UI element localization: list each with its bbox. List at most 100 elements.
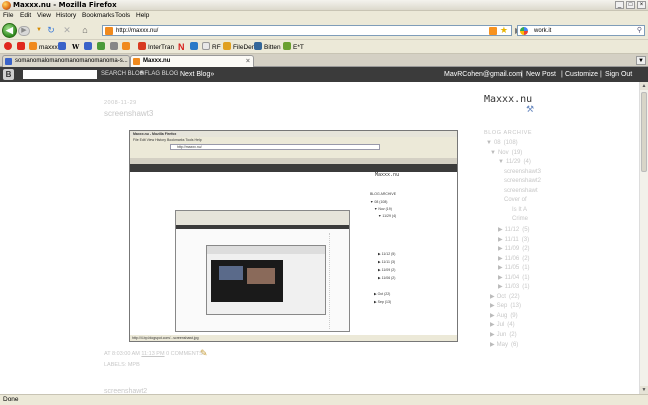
- archive-item[interactable]: ▶ 11/03 (1): [498, 283, 530, 290]
- bookmark-item[interactable]: [58, 42, 68, 53]
- bookmark-item[interactable]: [122, 42, 132, 53]
- google-engine-icon[interactable]: [520, 27, 528, 35]
- history-dropdown-icon[interactable]: ▼: [34, 25, 44, 35]
- archive-item[interactable]: ▶ Jun (2): [490, 331, 517, 338]
- archive-item[interactable]: ▶ Oct (22): [490, 293, 520, 300]
- archive-item[interactable]: ▶ Sep (13): [490, 302, 521, 309]
- collapsed-triangle-icon[interactable]: ▶: [490, 303, 495, 309]
- search-blog-button[interactable]: SEARCH BLOG: [101, 67, 144, 82]
- collapsed-triangle-icon[interactable]: ▶: [490, 332, 495, 338]
- forward-icon[interactable]: ▶: [18, 26, 30, 36]
- expanded-triangle-icon[interactable]: ▼: [486, 140, 492, 146]
- bookmark-intertran[interactable]: InterTran: [138, 42, 174, 53]
- bookmark-fileden[interactable]: FileDen: [223, 42, 255, 53]
- archive-item[interactable]: ▶ Jul (4): [490, 321, 515, 328]
- home-icon[interactable]: ⌂: [80, 25, 90, 35]
- archive-item[interactable]: ▶ 11/06 (2): [498, 255, 530, 262]
- close-tab-icon[interactable]: ×: [246, 56, 250, 67]
- edit-post-pencil-icon[interactable]: ✎: [200, 348, 208, 359]
- post-time-link[interactable]: 11:13 PM: [141, 351, 164, 357]
- archive-item[interactable]: ▶ 11/11 (3): [498, 236, 529, 243]
- blog-search-input[interactable]: [23, 70, 97, 79]
- expanded-triangle-icon[interactable]: ▼: [490, 150, 496, 156]
- collapsed-triangle-icon[interactable]: ▶: [498, 265, 503, 271]
- archive-item[interactable]: ▶ 11/04 (1): [498, 274, 530, 281]
- archive-item[interactable]: screenshawt3: [504, 169, 541, 175]
- archive-item[interactable]: ▶ 11/09 (2): [498, 245, 530, 252]
- bookmark-maxxx[interactable]: maxxx: [29, 42, 58, 53]
- search-icon[interactable]: ⚲: [637, 26, 642, 36]
- blogger-logo-icon[interactable]: B: [3, 69, 14, 80]
- menu-history[interactable]: History: [56, 12, 76, 20]
- scroll-down-icon[interactable]: ▼: [640, 386, 648, 394]
- bookmark-rf[interactable]: RF: [202, 42, 221, 53]
- bookmark-item[interactable]: [17, 42, 27, 53]
- archive-item[interactable]: ▼ Nov (19): [490, 150, 522, 156]
- rss-icon[interactable]: [489, 27, 497, 35]
- tab-list-icon[interactable]: ▼: [636, 56, 646, 65]
- collapsed-triangle-icon[interactable]: ▶: [498, 227, 503, 233]
- collapsed-triangle-icon[interactable]: ▶: [490, 313, 495, 319]
- collapsed-triangle-icon[interactable]: ▶: [498, 284, 503, 290]
- archive-item[interactable]: Cover of: [504, 197, 527, 203]
- close-button[interactable]: ×: [637, 1, 646, 9]
- next-blog-link[interactable]: Next Blog»: [180, 67, 214, 82]
- collapsed-triangle-icon[interactable]: ▶: [490, 342, 495, 348]
- archive-item[interactable]: ▼ 08 (108): [486, 140, 518, 146]
- bookmark-item[interactable]: [110, 42, 120, 53]
- menu-view[interactable]: View: [37, 12, 51, 20]
- menu-tools[interactable]: Tools: [115, 12, 130, 20]
- archive-item[interactable]: Crime: [512, 216, 528, 222]
- bookmark-n[interactable]: N: [178, 42, 185, 52]
- collapsed-triangle-icon[interactable]: ▶: [490, 294, 495, 300]
- bookmark-item[interactable]: [4, 42, 14, 53]
- scroll-thumb[interactable]: [641, 92, 647, 172]
- archive-item[interactable]: screenshawt2: [504, 178, 541, 184]
- bookmark-item[interactable]: [190, 42, 200, 53]
- menu-bookmarks[interactable]: Bookmarks: [82, 12, 115, 20]
- collapsed-triangle-icon[interactable]: ▶: [498, 246, 503, 252]
- collapsed-triangle-icon[interactable]: ▶: [498, 237, 503, 243]
- search-input[interactable]: work.it: [534, 26, 551, 36]
- sign-out-link[interactable]: Sign Out: [605, 67, 632, 82]
- archive-item[interactable]: screenshawt: [504, 188, 538, 194]
- url-bar[interactable]: http://maxxx.nu/ ★: [102, 25, 512, 36]
- archive-item[interactable]: ▼ 11/29 (4): [498, 159, 531, 165]
- collapsed-triangle-icon[interactable]: ▶: [498, 275, 503, 281]
- url-text[interactable]: http://maxxx.nu/: [116, 26, 158, 36]
- expanded-triangle-icon[interactable]: ▼: [498, 159, 504, 165]
- minimize-button[interactable]: _: [615, 1, 624, 9]
- bookmark-star-icon[interactable]: ★: [500, 25, 508, 35]
- bookmark-item[interactable]: [97, 42, 107, 53]
- archive-item[interactable]: ▶ Aug (9): [490, 312, 518, 319]
- customize-link[interactable]: Customize: [565, 67, 598, 82]
- tab-somanomalo[interactable]: somanomalomanomanomanomanoma-s...: [2, 55, 130, 67]
- vertical-scrollbar[interactable]: ▲ ▼: [639, 82, 648, 394]
- post-screenshot-image[interactable]: Maxxx.nu - Mozilla Firefox File Edit Vie…: [129, 130, 458, 342]
- archive-item[interactable]: Is It A: [512, 207, 527, 213]
- reload-icon[interactable]: ↻: [46, 25, 56, 35]
- bookmark-etrade[interactable]: E*T: [283, 42, 304, 53]
- archive-item[interactable]: ▶ 11/05 (1): [498, 264, 530, 271]
- maximize-button[interactable]: □: [626, 1, 635, 9]
- flag-blog-button[interactable]: ⚑FLAG BLOG: [139, 67, 178, 82]
- bookmark-bitten[interactable]: Bitten: [254, 42, 281, 53]
- bookmark-wikipedia[interactable]: W: [72, 42, 79, 52]
- bookmark-item[interactable]: [84, 42, 94, 53]
- collapsed-triangle-icon[interactable]: ▶: [498, 256, 503, 262]
- menu-file[interactable]: File: [3, 12, 13, 20]
- stop-icon[interactable]: ✕: [62, 25, 72, 35]
- scroll-up-icon[interactable]: ▲: [640, 82, 648, 90]
- post-comments-link[interactable]: 0 COMMENTS: [166, 351, 203, 357]
- post-title[interactable]: screenshawt3: [104, 109, 153, 118]
- search-box[interactable]: work.it ⚲: [517, 25, 645, 36]
- tab-maxxx[interactable]: Maxxx.nu ×: [130, 55, 254, 67]
- menu-help[interactable]: Help: [136, 12, 149, 20]
- archive-item[interactable]: ▶ May (6): [490, 341, 518, 348]
- collapsed-triangle-icon[interactable]: ▶: [490, 322, 495, 328]
- back-icon[interactable]: ◀: [2, 23, 17, 38]
- menu-edit[interactable]: Edit: [20, 12, 31, 20]
- post-labels[interactable]: LABELS: MPB: [104, 362, 140, 368]
- blog-title[interactable]: Maxxx.nu: [484, 94, 532, 105]
- edit-wrench-icon[interactable]: ⚒: [526, 104, 534, 115]
